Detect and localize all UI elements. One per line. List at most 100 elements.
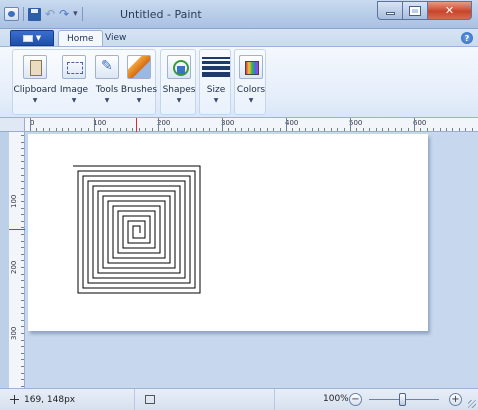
ruler-tick	[21, 181, 24, 183]
size-button[interactable]: Size ▼	[201, 50, 231, 114]
shapes-label: Shapes	[162, 85, 196, 95]
tools-button[interactable]: Tools ▼	[93, 50, 121, 114]
image-button[interactable]: Image ▼	[59, 50, 89, 114]
group-shapes: Shapes ▼	[160, 49, 196, 115]
ruler-tick	[21, 313, 24, 315]
selection-size-cell	[135, 389, 275, 410]
ruler-tick	[21, 161, 24, 163]
ruler-label: 100	[93, 119, 107, 127]
ruler-tick	[21, 168, 24, 169]
ruler-tick	[126, 128, 127, 131]
cursor-position-cell: 169, 148px	[0, 389, 135, 410]
ruler-tick	[151, 128, 153, 131]
ruler-tick	[158, 118, 159, 131]
left-gutter	[0, 132, 9, 388]
ruler-tick	[292, 128, 294, 131]
window-controls: ✕	[377, 1, 472, 20]
ruler-tick	[21, 267, 24, 268]
colors-icon	[239, 55, 263, 79]
spiral-path	[73, 165, 201, 294]
horizontal-ruler: 0 100 200 300 400 500 600	[25, 118, 478, 132]
ruler-tick	[318, 128, 319, 131]
ruler-tick	[21, 326, 24, 328]
ruler-tick	[81, 128, 83, 131]
ruler-tick	[94, 118, 95, 131]
ruler-tick	[21, 220, 24, 222]
zoom-level: 100%	[323, 394, 349, 404]
ruler-tick	[298, 128, 300, 131]
drawing-canvas[interactable]	[28, 134, 428, 331]
ruler-tick	[21, 135, 24, 136]
chevron-down-icon: ▼	[248, 97, 254, 104]
undo-icon[interactable]: ↶	[45, 7, 55, 21]
ruler-tick	[21, 154, 24, 156]
close-button[interactable]: ✕	[428, 1, 472, 20]
paint-app-icon[interactable]	[4, 7, 19, 21]
ruler-label: 300	[10, 326, 18, 340]
maximize-button[interactable]	[403, 1, 428, 20]
paint-menu-button[interactable]: ▼	[10, 30, 54, 46]
shapes-button[interactable]: Shapes ▼	[163, 50, 195, 114]
resize-grip-icon[interactable]	[468, 400, 476, 408]
tools-icon	[95, 55, 119, 79]
minimize-button[interactable]	[377, 1, 403, 20]
ruler-tick	[21, 141, 24, 143]
ruler-tick	[100, 128, 102, 131]
maximize-icon	[409, 5, 421, 16]
ruler-tick	[362, 128, 364, 131]
title-bar: ↶ ↷ ▾ Untitled - Paint ✕	[0, 0, 478, 29]
tab-home[interactable]: Home	[58, 30, 103, 46]
zoom-in-button[interactable]: +	[449, 393, 462, 406]
ruler-tick	[337, 128, 339, 131]
ruler-tick	[21, 339, 24, 341]
ruler-tick	[273, 128, 275, 131]
ruler-tick	[21, 319, 24, 321]
size-label: Size	[206, 85, 226, 95]
brushes-button[interactable]: Brushes ▼	[120, 50, 158, 114]
toolbar-separator	[23, 7, 24, 21]
ruler-tick	[21, 359, 24, 361]
save-icon[interactable]	[28, 7, 41, 21]
ruler-label: 200	[157, 119, 171, 127]
ruler-tick	[21, 247, 24, 249]
help-icon[interactable]: ?	[461, 32, 473, 44]
zoom-out-button[interactable]: −	[349, 393, 362, 406]
ruler-tick	[21, 214, 24, 216]
window-title: Untitled - Paint	[120, 8, 202, 21]
chevron-down-icon: ▼	[104, 97, 110, 104]
ruler-tick	[420, 128, 422, 131]
ruler-tick	[21, 234, 24, 235]
ruler-tick	[36, 128, 38, 131]
ruler-tick	[68, 128, 70, 131]
chevron-down-icon: ▼	[71, 97, 77, 104]
colors-button[interactable]: Colors ▼	[236, 50, 266, 114]
ruler-tick	[21, 346, 24, 348]
ruler-tick	[21, 352, 24, 354]
ruler-tick	[228, 128, 230, 131]
group-size: Size ▼	[199, 49, 231, 115]
toolbar-separator	[81, 7, 83, 21]
selection-icon	[145, 395, 155, 404]
chevron-down-icon: ▼	[176, 97, 182, 104]
clipboard-icon	[23, 55, 47, 79]
canvas-workspace[interactable]	[25, 132, 478, 388]
tools-label: Tools	[95, 85, 119, 95]
ruler-tick	[260, 128, 262, 131]
redo-icon[interactable]: ↷	[59, 7, 69, 21]
customize-toolbar-icon[interactable]: ▾	[73, 9, 78, 19]
ruler-tick	[21, 379, 24, 381]
brushes-label: Brushes	[120, 85, 158, 95]
ruler-tick	[21, 333, 24, 334]
ruler-tick	[439, 128, 441, 131]
ruler-tick	[266, 128, 268, 131]
zoom-slider-handle[interactable]	[399, 393, 406, 406]
ruler-tick	[241, 128, 243, 131]
ruler-tick	[21, 273, 24, 275]
clipboard-button[interactable]: Clipboard ▼	[14, 50, 57, 114]
ruler-tick	[21, 300, 24, 301]
ruler-tick	[343, 128, 345, 131]
ruler-tick	[21, 372, 24, 374]
quick-access-toolbar: ↶ ↷ ▾	[4, 6, 83, 22]
ruler-tick	[311, 128, 313, 131]
tab-view[interactable]: View	[97, 30, 134, 46]
